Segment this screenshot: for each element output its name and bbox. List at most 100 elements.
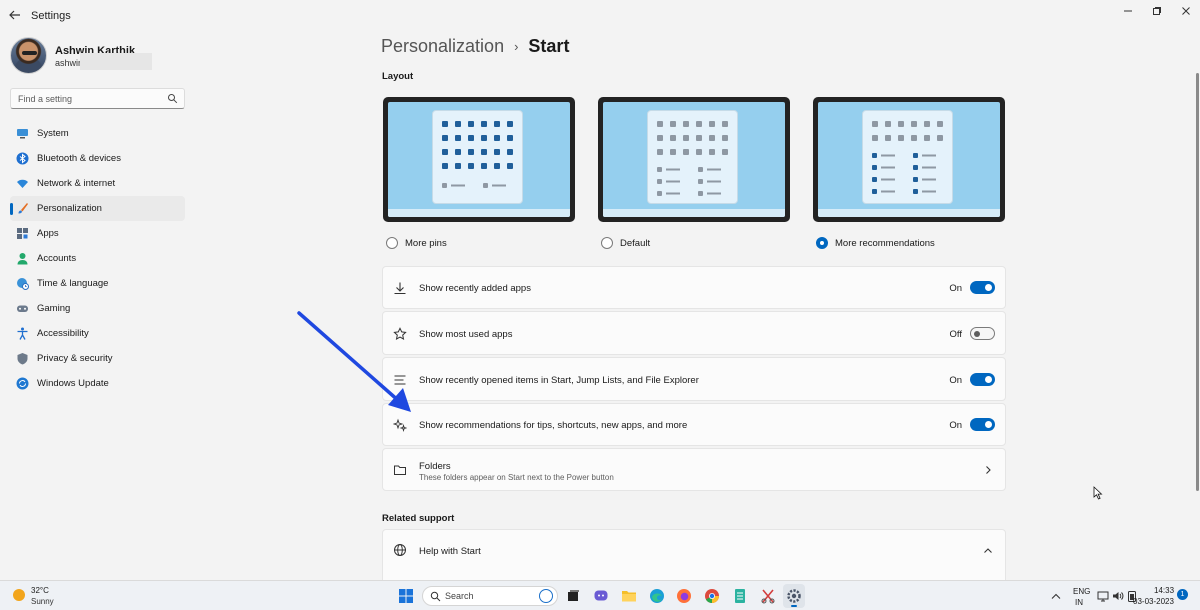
notepad-icon[interactable] (732, 588, 748, 604)
toggle-switch[interactable] (970, 418, 995, 431)
wifi-icon (17, 179, 28, 188)
sidebar-item-label: Windows Update (37, 378, 109, 389)
update-icon (16, 377, 29, 390)
folder-icon (394, 465, 406, 475)
setting-label: Show recently opened items in Start, Jum… (419, 375, 699, 386)
notification-badge[interactable]: 1 (1177, 589, 1188, 600)
layout-preview-more-pins[interactable] (383, 97, 575, 222)
sidebar-item-network[interactable]: Network & internet (10, 171, 185, 196)
help-with-start-label: Help with Start (419, 546, 481, 557)
breadcrumb-parent[interactable]: Personalization (381, 36, 504, 57)
toggle-switch[interactable] (970, 327, 995, 340)
download-icon (394, 282, 406, 295)
minimize-icon (1124, 10, 1132, 12)
toggle-state: On (949, 375, 962, 386)
app-title: Settings (31, 10, 71, 22)
language-bottom[interactable]: IN (1075, 598, 1083, 607)
profile-email: ashwin (55, 58, 84, 68)
sidebar-item-personalization[interactable]: Personalization (10, 196, 185, 221)
chevron-up-icon[interactable] (1051, 592, 1061, 600)
sidebar-item-time-language[interactable]: Time & language (10, 271, 185, 296)
gear-icon (787, 589, 801, 603)
radio-more-recommendations[interactable]: More recommendations (816, 237, 935, 249)
sidebar-item-apps[interactable]: Apps (10, 221, 185, 246)
radio-button[interactable] (386, 237, 398, 249)
maximize-button[interactable] (1142, 4, 1172, 18)
setting-recently-opened-items[interactable]: Show recently opened items in Start, Jum… (382, 357, 1006, 401)
taskbar-search-placeholder: Search (445, 591, 474, 601)
toggle-switch[interactable] (970, 281, 995, 294)
radio-button-selected[interactable] (816, 237, 828, 249)
chat-icon[interactable] (593, 588, 609, 604)
title-bar: Settings (0, 0, 1200, 30)
radio-default[interactable]: Default (601, 237, 650, 249)
radio-button[interactable] (601, 237, 613, 249)
windows-start-icon[interactable] (398, 588, 414, 604)
active-app-indicator (791, 605, 797, 607)
sidebar-item-privacy[interactable]: Privacy & security (10, 346, 185, 371)
setting-recommendations-tips[interactable]: Show recommendations for tips, shortcuts… (382, 403, 1006, 446)
setting-most-used-apps[interactable]: Show most used apps Off (382, 311, 1006, 355)
preview-taskbar (603, 209, 785, 217)
clock-date[interactable]: 03-03-2023 (1133, 597, 1174, 606)
sidebar-item-accessibility[interactable]: Accessibility (10, 321, 185, 346)
selection-indicator (10, 203, 13, 215)
sidebar-item-label: System (37, 128, 69, 139)
task-view-icon[interactable] (565, 588, 581, 604)
minimize-button[interactable] (1113, 4, 1143, 18)
apps-icon (17, 228, 28, 239)
taskbar-search[interactable]: Search (422, 586, 558, 606)
setting-recently-added-apps[interactable]: Show recently added apps On (382, 266, 1006, 309)
sidebar-item-label: Accessibility (37, 328, 89, 339)
close-button[interactable] (1171, 4, 1200, 18)
snipping-tool-icon[interactable] (760, 588, 776, 604)
firefox-icon[interactable] (676, 588, 692, 604)
layout-preview-more-recommendations[interactable] (813, 97, 1005, 222)
sidebar-item-label: Bluetooth & devices (37, 153, 121, 164)
weather-temperature: 32°C (31, 586, 49, 595)
email-redaction (80, 53, 152, 70)
toggle-switch[interactable] (970, 373, 995, 386)
globe-clock-icon (17, 278, 29, 290)
language-top[interactable]: ENG (1073, 587, 1090, 596)
sidebar-item-label: Privacy & security (37, 353, 113, 364)
radio-more-pins[interactable]: More pins (386, 237, 447, 249)
bluetooth-icon (16, 152, 29, 165)
chrome-icon[interactable] (704, 588, 720, 604)
network-icon[interactable] (1097, 590, 1109, 602)
breadcrumb: Personalization › Start (381, 36, 569, 57)
sidebar-item-label: Gaming (37, 303, 71, 314)
setting-label: Show most used apps (419, 329, 513, 340)
sidebar-item-accounts[interactable]: Accounts (10, 246, 185, 271)
folders-label: Folders (419, 461, 451, 472)
avatar (10, 37, 47, 74)
search-placeholder: Find a setting (18, 94, 73, 104)
search-icon (430, 591, 441, 602)
folders-description: These folders appear on Start next to th… (419, 473, 614, 482)
globe-icon (394, 544, 406, 556)
setting-label: Show recommendations for tips, shortcuts… (419, 420, 688, 431)
user-profile[interactable]: Ashwin Karthik ashwin (10, 37, 190, 75)
restore-icon (1153, 7, 1161, 15)
setting-folders[interactable]: Folders These folders appear on Start ne… (382, 448, 1006, 491)
volume-icon[interactable] (1112, 590, 1124, 602)
edge-browser-icon[interactable] (649, 588, 665, 604)
settings-app-active[interactable] (783, 584, 805, 608)
search-icon (168, 94, 178, 104)
sidebar-item-windows-update[interactable]: Windows Update (10, 371, 185, 396)
toggle-state: On (949, 283, 962, 294)
radio-label: More recommendations (835, 237, 935, 249)
start-menu-preview (862, 110, 953, 204)
accessibility-icon (17, 327, 28, 340)
file-explorer-icon[interactable] (621, 588, 637, 604)
radio-label: Default (620, 237, 651, 249)
search-input[interactable]: Find a setting (10, 88, 185, 109)
back-arrow-icon[interactable] (8, 8, 22, 22)
sidebar-item-bluetooth[interactable]: Bluetooth & devices (10, 146, 185, 171)
clock-time[interactable]: 14:33 (1154, 586, 1174, 595)
sidebar-item-gaming[interactable]: Gaming (10, 296, 185, 321)
scrollbar[interactable] (1196, 73, 1199, 491)
layout-preview-default[interactable] (598, 97, 790, 222)
page-title: Start (528, 36, 570, 56)
sidebar-item-system[interactable]: System (10, 121, 185, 146)
